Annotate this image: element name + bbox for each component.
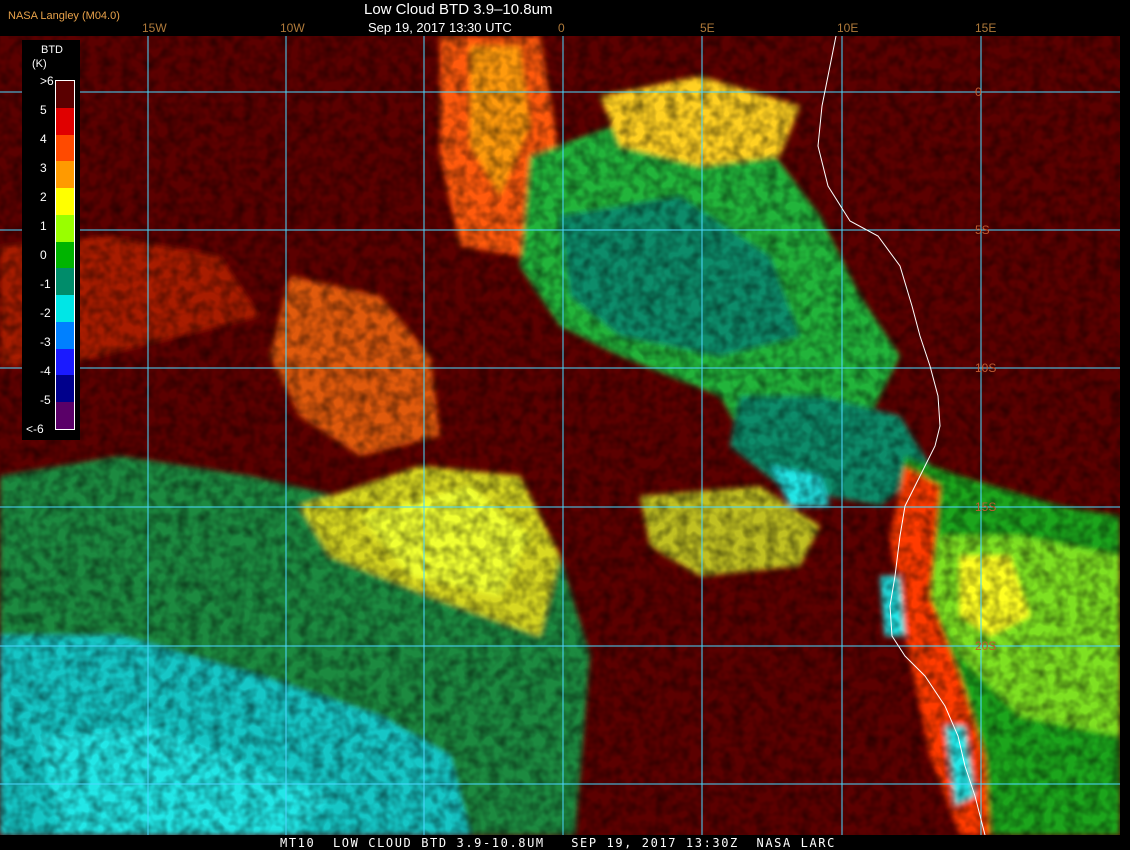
satellite-map: 0 5S 10S 15S 20S [0, 36, 1120, 835]
legend-tick-label: -2 [40, 306, 51, 320]
image-title: Low Cloud BTD 3.9–10.8um [364, 1, 553, 18]
lat-label-0: 0 [975, 85, 982, 99]
legend-tick-label: -1 [40, 277, 51, 291]
legend-tick-label: 2 [40, 190, 47, 204]
legend-tick-label: 3 [40, 161, 47, 175]
footer-caption: MT10 LOW CLOUD BTD 3.9-10.8UM SEP 19, 20… [280, 836, 836, 850]
texture-overlay [0, 36, 1120, 835]
lat-label-5s: 5S [975, 223, 990, 237]
legend-tick-label: >6 [40, 74, 54, 88]
legend-tick-label: 1 [40, 219, 47, 233]
legend-unit: (K) [32, 58, 47, 70]
right-border [1120, 36, 1130, 835]
lat-label-10s: 10S [975, 361, 996, 375]
image-timestamp: Sep 19, 2017 13:30 UTC [368, 20, 512, 35]
legend-tick-label: -5 [40, 393, 51, 407]
legend-tick-label: 5 [40, 103, 47, 117]
legend-title: BTD [41, 44, 63, 56]
lon-label-10e: 10E [837, 21, 859, 35]
legend-tick-label: 0 [40, 248, 47, 262]
lon-label-0: 0 [558, 21, 565, 35]
lon-label-15e: 15E [975, 21, 997, 35]
legend-tick-label: -3 [40, 335, 51, 349]
lat-label-15s: 15S [975, 500, 996, 514]
header-bar [0, 0, 1130, 36]
lon-label-15w: 15W [142, 21, 167, 35]
credit-label: NASA Langley (M04.0) [8, 10, 120, 22]
lon-label-5e: 5E [700, 21, 715, 35]
lon-label-10w: 10W [280, 21, 305, 35]
legend-tick-label: <-6 [26, 422, 44, 436]
lat-label-20s: 20S [975, 639, 996, 653]
legend-tick-label: -4 [40, 364, 51, 378]
legend-tick-label: 4 [40, 132, 47, 146]
